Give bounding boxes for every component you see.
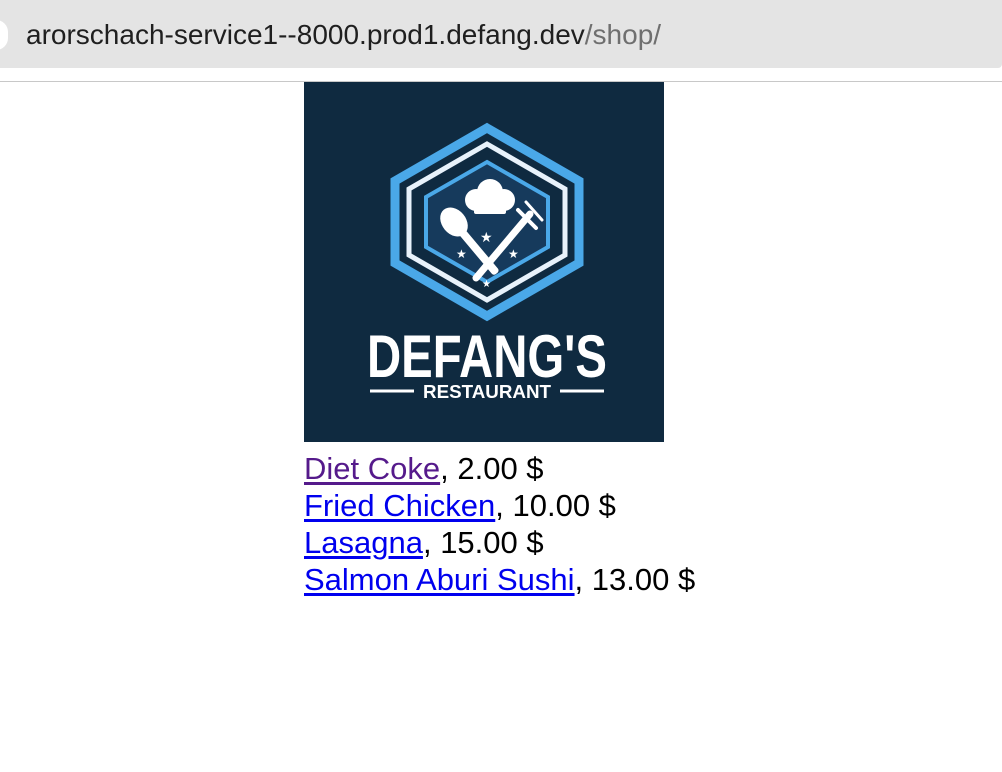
menu-item-price: 2.00 — [457, 451, 518, 486]
svg-text:★: ★ — [456, 247, 467, 261]
menu-item-price: 13.00 — [591, 562, 670, 597]
menu-item-separator: , — [574, 562, 592, 597]
menu-item: Fried Chicken, 10.00 $ — [304, 487, 695, 524]
logo-brand-text: DEFANG'S — [367, 323, 607, 390]
menu-item-separator: , — [440, 451, 458, 486]
currency-symbol: $ — [669, 562, 696, 597]
currency-symbol: $ — [517, 451, 544, 486]
menu-item-link-salmon-aburi-sushi[interactable]: Salmon Aburi Sushi — [304, 562, 575, 597]
url-text[interactable]: arorschach-service1--8000.prod1.defang.d… — [26, 17, 661, 53]
currency-symbol: $ — [590, 488, 616, 523]
menu-item-link-fried-chicken[interactable]: Fried Chicken — [304, 488, 495, 523]
menu-item-separator: , — [495, 488, 513, 523]
menu-item-price: 10.00 — [512, 488, 591, 523]
url-path: /shop/ — [584, 19, 662, 50]
restaurant-logo: ★ ★ ★ ★ DEFANG'S RESTAURANT — [304, 82, 664, 442]
currency-symbol: $ — [517, 525, 544, 560]
menu-item-separator: , — [422, 525, 441, 560]
url-host: arorschach-service1--8000.prod1.defang.d… — [26, 19, 585, 50]
menu-item-link-diet-coke[interactable]: Diet Coke — [304, 451, 440, 486]
address-bar-edge — [0, 20, 8, 50]
address-bar[interactable]: arorschach-service1--8000.prod1.defang.d… — [0, 0, 1002, 68]
logo-subtitle-text: RESTAURANT — [423, 382, 551, 402]
menu-item: Lasagna, 15.00 $ — [304, 524, 695, 561]
svg-text:★: ★ — [508, 247, 519, 261]
svg-text:★: ★ — [482, 279, 491, 290]
menu-item: Diet Coke, 2.00 $ — [304, 450, 695, 487]
menu-item: Salmon Aburi Sushi, 13.00 $ — [304, 561, 695, 598]
svg-text:★: ★ — [480, 230, 493, 246]
menu-list: Diet Coke, 2.00 $ Fried Chicken, 10.00 $… — [304, 450, 695, 598]
menu-item-link-lasagna[interactable]: Lasagna — [304, 525, 423, 560]
menu-item-price: 15.00 — [440, 525, 518, 560]
